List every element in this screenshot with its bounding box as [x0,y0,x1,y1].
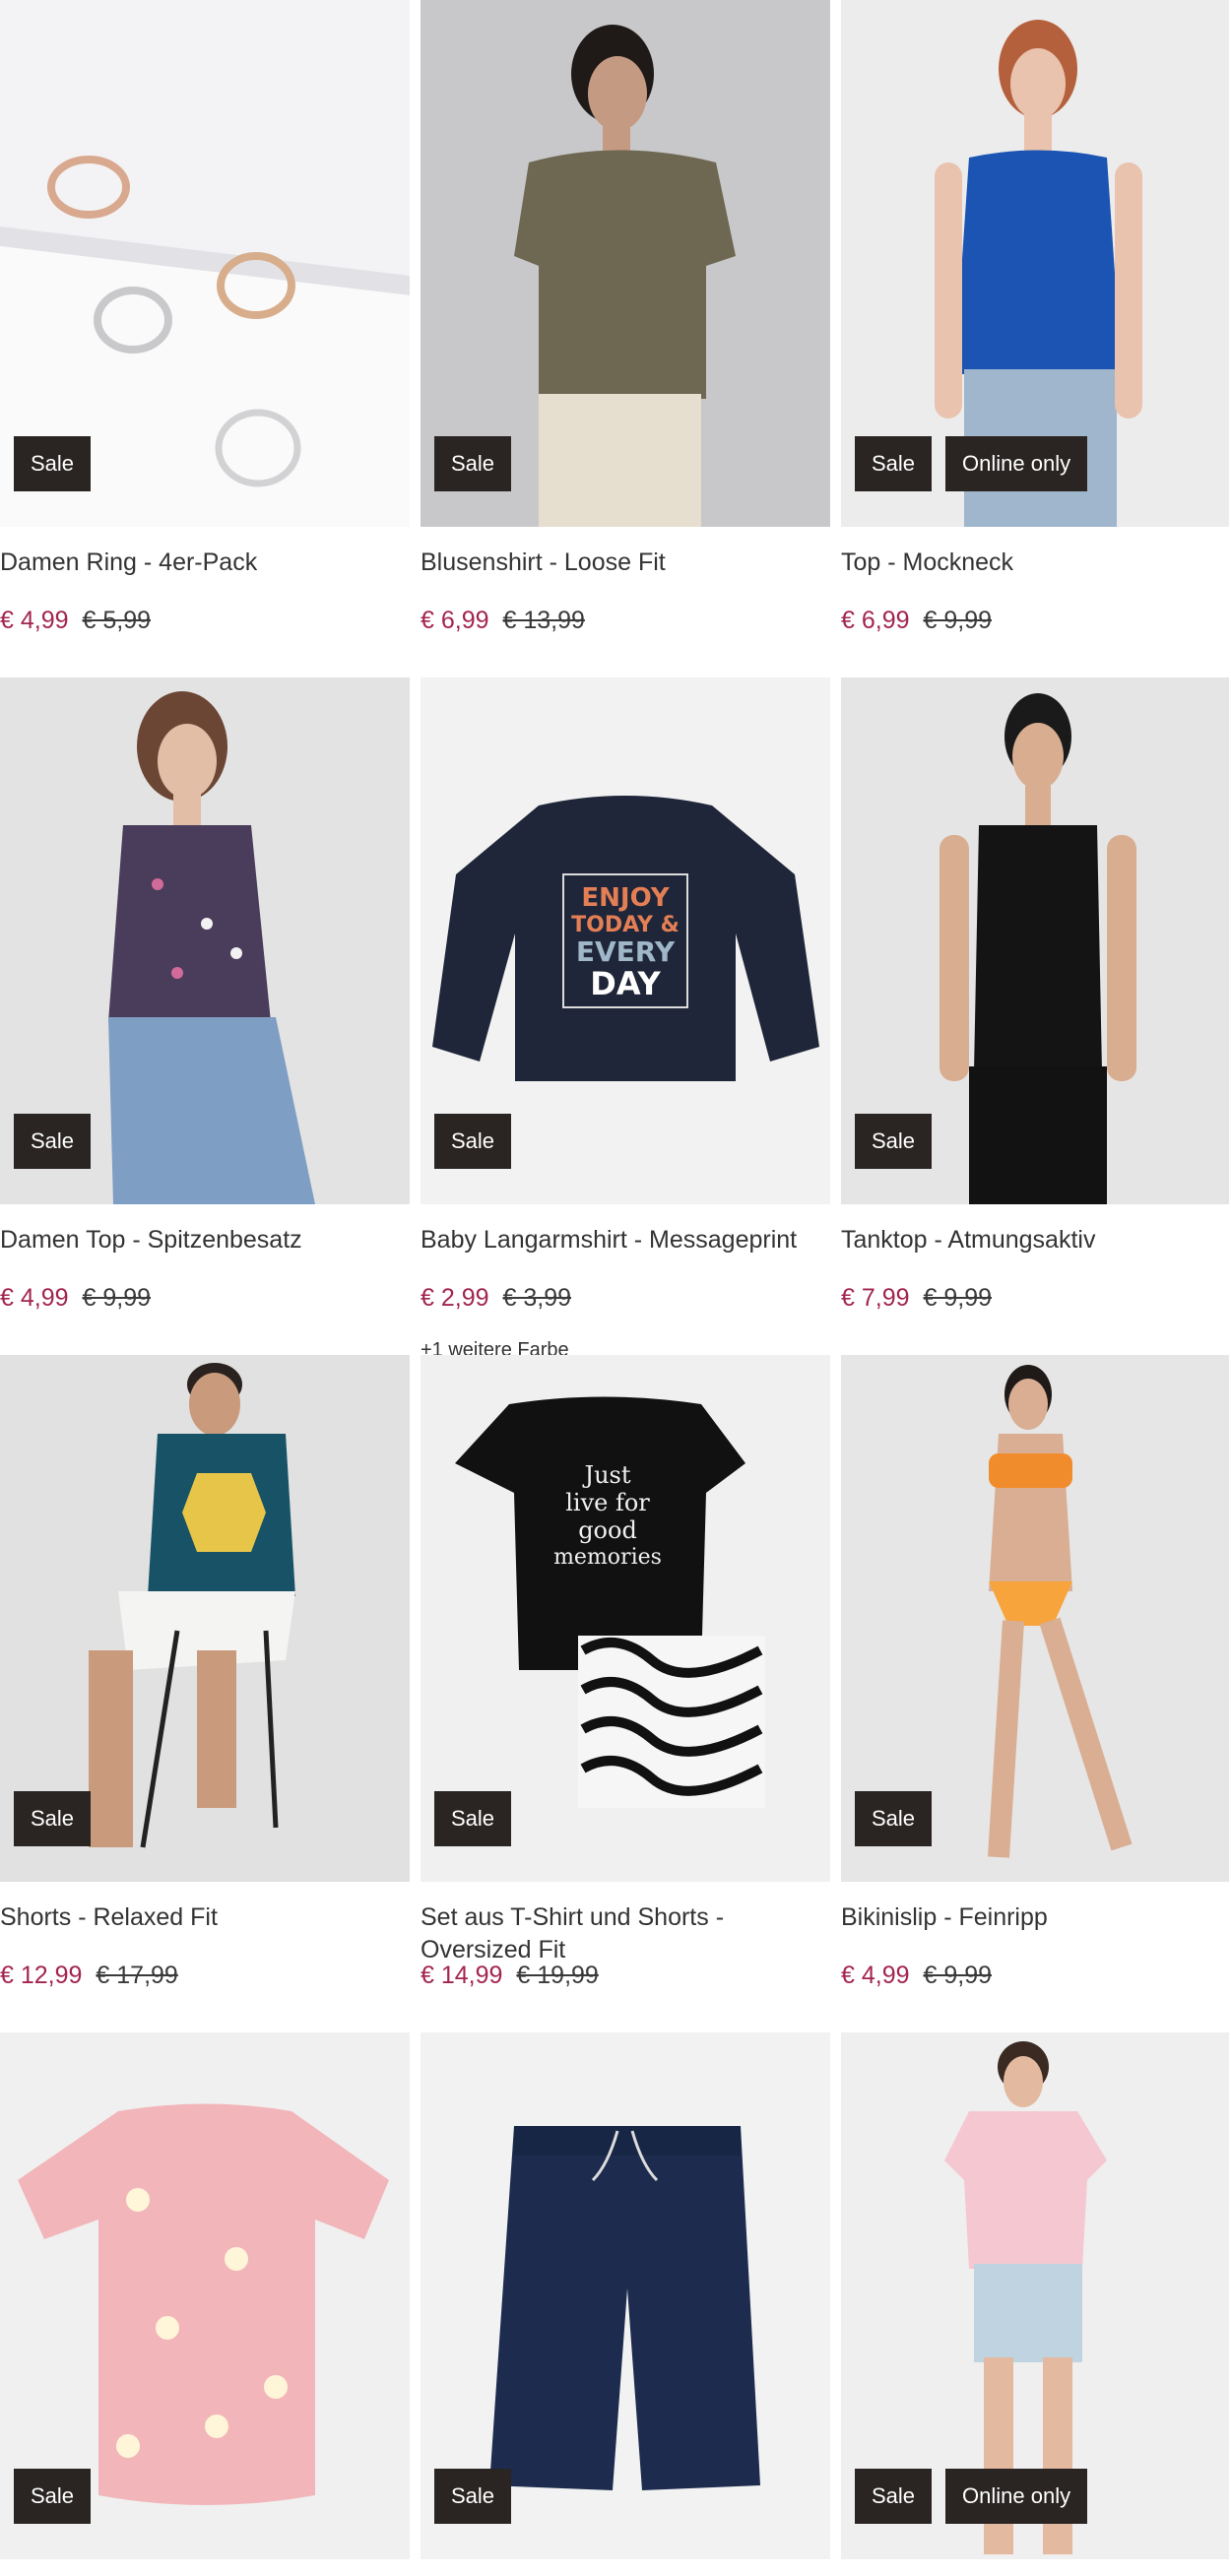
sale-price: € 4,99 [0,1284,69,1312]
sale-badge: Sale [14,1114,92,1169]
sale-price: € 12,99 [0,1962,83,1989]
product-card[interactable]: Sale Tanktop - Atmungsaktiv € 7,99 € 9,9… [841,677,1229,1355]
product-image-baby-longsleeve[interactable]: ENJOY TODAY & EVERY DAY Sale [421,677,830,1204]
sale-price: € 6,99 [841,607,910,634]
product-name[interactable]: Baby Langarmshirt - Messageprint [421,1224,824,1256]
product-image-girls-top[interactable]: Sale [0,2032,410,2559]
original-price: € 9,99 [923,607,993,634]
product-card[interactable]: Sale Damen Top - Spitzenbesatz € 4,99 € … [0,677,410,1355]
price-row: € 6,99 € 9,99 [841,605,992,637]
product-card[interactable]: Sale [0,2032,410,2576]
sale-price: € 14,99 [421,1962,503,1989]
original-price: € 9,99 [82,1284,152,1312]
original-price: € 3,99 [502,1284,572,1312]
sale-badge: Sale [434,1791,512,1846]
print-line-2: TODAY & [571,913,680,937]
print-line-4: DAY [590,965,661,1002]
print-line-4: memories [553,1545,662,1570]
product-card[interactable]: Sale Blusenshirt - Loose Fit € 6,99 € 13… [421,0,830,677]
product-name[interactable]: Damen Top - Spitzenbesatz [0,1224,404,1256]
price-row: € 4,99 € 9,99 [0,1282,151,1315]
product-card[interactable]: Sale [421,2032,830,2576]
price-row: € 14,99 € 19,99 [421,1960,599,1992]
sale-badge: Sale [434,436,512,491]
price-row: € 4,99 € 9,99 [841,1960,992,1992]
product-image-tshirt-shorts-set[interactable]: Just live for good memories Sale [421,1355,830,1882]
product-name[interactable]: Damen Ring - 4er-Pack [0,547,404,579]
original-price: € 13,99 [502,607,585,634]
product-image-mockneck-top[interactable]: Sale Online only [841,0,1229,527]
sale-badge: Sale [855,2469,933,2524]
price-row: € 6,99 € 13,99 [421,605,585,637]
sale-price: € 4,99 [0,607,69,634]
product-name[interactable]: Shorts - Relaxed Fit [0,1901,404,1934]
product-card[interactable]: Sale Online only [841,2032,1229,2576]
sale-badge: Sale [855,1791,933,1846]
original-price: € 19,99 [516,1962,599,1989]
print-line-3: EVERY [576,935,676,968]
price-row: € 4,99 € 5,99 [0,605,151,637]
product-image-mens-shorts[interactable]: Sale [0,1355,410,1882]
original-price: € 9,99 [923,1284,993,1312]
product-name[interactable]: Bikinislip - Feinripp [841,1901,1229,1934]
product-image-tanktop[interactable]: Sale [841,677,1229,1204]
product-card[interactable]: Sale Shorts - Relaxed Fit € 12,99 € 17,9… [0,1355,410,2032]
product-card[interactable]: Sale Online only Top - Mockneck € 6,99 €… [841,0,1229,677]
product-image-navy-shorts[interactable]: Sale [421,2032,830,2559]
original-price: € 9,99 [923,1962,993,1989]
product-image-rings[interactable]: Sale [0,0,410,527]
price-row: € 12,99 € 17,99 [0,1960,178,1992]
product-image-pink-tshirt[interactable]: Sale Online only [841,2032,1229,2559]
product-grid: Sale Damen Ring - 4er-Pack € 4,99 € 5,99… [0,0,1231,2576]
sale-badge: Sale [855,1114,933,1169]
product-name[interactable]: Blusenshirt - Loose Fit [421,547,824,579]
product-card[interactable]: ENJOY TODAY & EVERY DAY Sale Baby Langar… [421,677,830,1361]
product-name[interactable]: Tanktop - Atmungsaktiv [841,1224,1229,1256]
original-price: € 17,99 [96,1962,178,1989]
sale-badge: Sale [434,1114,512,1169]
price-row: € 2,99 € 3,99 [421,1282,571,1315]
sale-price: € 2,99 [421,1284,489,1312]
sale-price: € 4,99 [841,1962,910,1989]
product-image-bikini[interactable]: Sale [841,1355,1229,1882]
online-only-badge: Online only [945,436,1088,491]
product-card[interactable]: Sale Bikinislip - Feinripp € 4,99 € 9,99 [841,1355,1229,2032]
sale-badge: Sale [434,2469,512,2524]
price-row: € 7,99 € 9,99 [841,1282,992,1315]
print-line-3: good [578,1516,637,1544]
product-card[interactable]: Sale Damen Ring - 4er-Pack € 4,99 € 5,99 [0,0,410,677]
product-name[interactable]: Top - Mockneck [841,547,1229,579]
product-image-blouse[interactable]: Sale [421,0,830,527]
sale-badge: Sale [14,1791,92,1846]
print-line-1: Just [581,1461,630,1489]
print-line-1: ENJOY [581,883,670,913]
product-card[interactable]: Just live for good memories Sale Set aus… [421,1355,830,2032]
sale-badge: Sale [14,436,92,491]
online-only-badge: Online only [945,2469,1088,2524]
original-price: € 5,99 [82,607,152,634]
sale-price: € 7,99 [841,1284,910,1312]
sale-badge: Sale [14,2469,92,2524]
product-name[interactable]: Set aus T-Shirt und Shorts - Oversized F… [421,1901,824,1966]
print-line-2: live for [565,1489,650,1516]
sale-price: € 6,99 [421,607,489,634]
sale-badge: Sale [855,436,933,491]
product-image-lace-top[interactable]: Sale [0,677,410,1204]
